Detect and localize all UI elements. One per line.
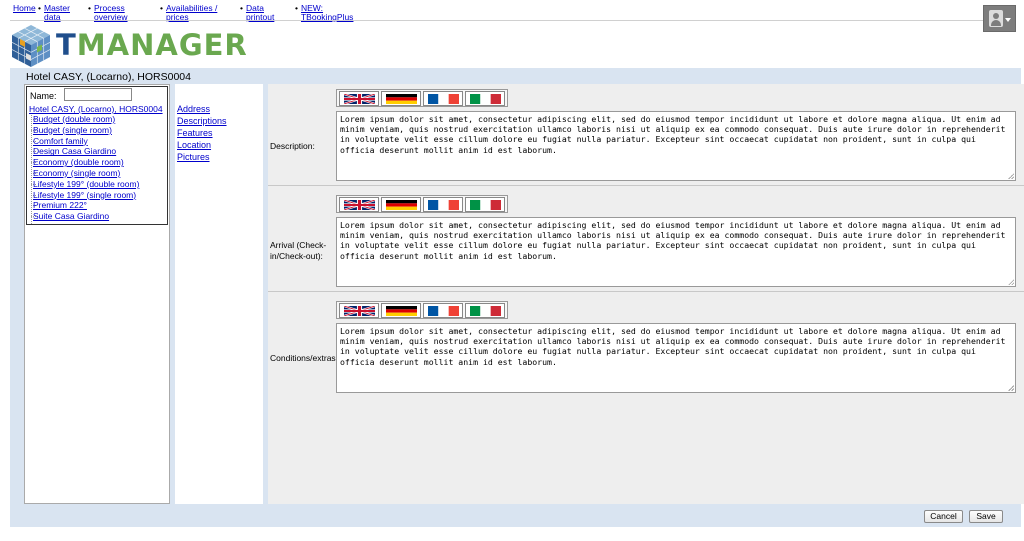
content-panel: Description: Lorem ipsum dolor sit amet,… [268, 84, 1024, 504]
flag-uk-icon[interactable] [339, 197, 379, 212]
tree-item-room[interactable]: Economy (double room) [33, 157, 124, 167]
tree-item-room[interactable]: Suite Casa Giardino [33, 211, 109, 221]
main-frame: Hotel CASY, (Locarno), HORS0004 Name: Ho… [10, 68, 1024, 527]
link-descriptions[interactable]: Descriptions [177, 116, 227, 126]
tree-item-room[interactable]: Budget (double room) [33, 114, 115, 124]
logo-word-manager: MANAGER [76, 28, 248, 62]
avatar-icon [989, 10, 1003, 27]
conditions-textarea[interactable]: Lorem ipsum dolor sit amet, consectetur … [336, 323, 1016, 393]
cube-logo-icon [11, 25, 51, 67]
room-tree-panel: Name: Hotel CASY, (Locarno), HORS0004 Bu… [24, 84, 170, 504]
tree-item-room[interactable]: Design Casa Giardino [33, 146, 116, 156]
arrival-label: Arrival (Check-in/Check-out): [270, 240, 327, 261]
link-address[interactable]: Address [177, 104, 210, 114]
language-flags [336, 89, 508, 107]
conditions-text: Lorem ipsum dolor sit amet, consectetur … [340, 326, 1006, 367]
link-features[interactable]: Features [177, 128, 213, 138]
arrival-textarea[interactable]: Lorem ipsum dolor sit amet, consectetur … [336, 217, 1016, 287]
flag-de-icon[interactable] [381, 91, 421, 106]
flag-uk-icon[interactable] [339, 91, 379, 106]
nav-link-home[interactable]: Home [13, 4, 36, 13]
link-location[interactable]: Location [177, 140, 211, 150]
resize-handle-icon[interactable] [1008, 385, 1014, 391]
user-menu-button[interactable] [983, 5, 1016, 32]
room-tree: Name: Hotel CASY, (Locarno), HORS0004 Bu… [26, 86, 168, 225]
flag-de-icon[interactable] [381, 197, 421, 212]
description-textarea[interactable]: Lorem ipsum dolor sit amet, consectetur … [336, 111, 1016, 181]
flag-fr-icon[interactable] [423, 303, 463, 318]
flag-it-icon[interactable] [465, 303, 505, 318]
tree-item-room[interactable]: Economy (single room) [33, 168, 120, 178]
page-title: Hotel CASY, (Locarno), HORS0004 [26, 71, 191, 83]
resize-handle-icon[interactable] [1008, 279, 1014, 285]
tree-item-room[interactable]: Lifestyle 199° (single room) [33, 190, 136, 200]
tree-item-room[interactable]: Lifestyle 199° (double room) [33, 179, 139, 189]
tree-item-room[interactable]: Premium 222° [33, 200, 87, 210]
language-flags [336, 195, 508, 213]
language-flags [336, 301, 508, 319]
nav-item-home: Home • [13, 3, 42, 13]
name-filter-label: Name: [30, 91, 57, 101]
cancel-button[interactable]: Cancel [924, 510, 963, 523]
chevron-down-icon [1005, 18, 1011, 22]
name-filter-input[interactable] [64, 88, 132, 101]
section-divider [268, 291, 1024, 292]
resize-handle-icon[interactable] [1008, 173, 1014, 179]
logo-letter-t: T [56, 28, 77, 62]
flag-fr-icon[interactable] [423, 197, 463, 212]
flag-it-icon[interactable] [465, 197, 505, 212]
top-navigation: Home • Master data • Process overview • Av… [0, 0, 1024, 22]
tree-item-room[interactable]: Budget (single room) [33, 125, 112, 135]
arrival-text: Lorem ipsum dolor sit amet, consectetur … [340, 220, 1006, 261]
flag-de-icon[interactable] [381, 303, 421, 318]
flag-it-icon[interactable] [465, 91, 505, 106]
section-divider [268, 185, 1024, 186]
flag-fr-icon[interactable] [423, 91, 463, 106]
description-text: Lorem ipsum dolor sit amet, consectetur … [340, 114, 1006, 155]
section-links-panel: Address Descriptions Features Location P… [175, 84, 263, 504]
save-button[interactable]: Save [969, 510, 1003, 523]
tree-item-room[interactable]: Comfort family [33, 136, 88, 146]
tree-root-hotel[interactable]: Hotel CASY, (Locarno), HORS0004 [29, 104, 163, 114]
flag-uk-icon[interactable] [339, 303, 379, 318]
link-pictures[interactable]: Pictures [177, 152, 210, 162]
conditions-label: Conditions/extras: [270, 353, 339, 363]
nav-divider [10, 20, 1014, 21]
tree-connector [31, 115, 32, 224]
description-label: Description: [270, 141, 315, 151]
logo-wordmark: TMANAGER [56, 28, 248, 62]
